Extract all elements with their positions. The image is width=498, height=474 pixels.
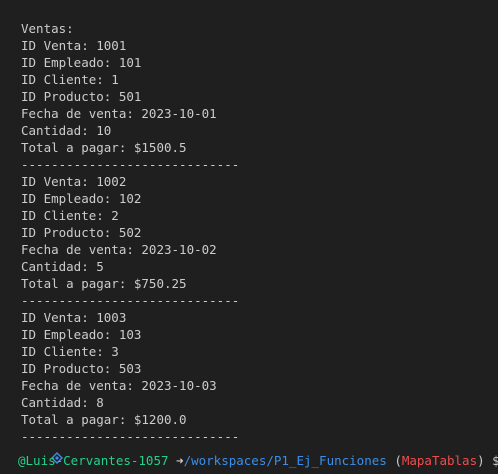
output-line: Total a pagar: $750.25 [21,276,187,291]
prompt-arrow-icon: ➜ [176,453,184,468]
output-line: ID Empleado: 102 [21,191,142,206]
output-line: ID Cliente: 3 [21,344,119,359]
output-line: Cantidad: 10 [21,123,112,138]
prompt-paren-close: ) [477,453,485,468]
output-line: ID Empleado: 101 [21,55,142,70]
output-line: Cantidad: 8 [21,395,104,410]
shell-prompt[interactable]: @Luis-Cervantes-1057 ➜ /workspaces/P1_Ej… [4,451,498,471]
output-line: ID Producto: 501 [21,89,142,104]
prompt-user: @Luis-Cervantes-1057 [18,453,169,468]
output-line: ID Empleado: 103 [21,327,142,342]
output-line: ID Cliente: 2 [21,208,119,223]
prompt-git-branch: MapaTablas [401,453,478,468]
output-line: ----------------------------- [21,157,240,172]
output-line: Total a pagar: $1200.0 [21,412,187,427]
output-line: ID Producto: 502 [21,225,142,240]
output-line: ID Cliente: 1 [21,72,119,87]
output-line: ----------------------------- [21,0,239,3]
output-line: Cantidad: 5 [21,259,104,274]
terminal-panel[interactable]: ----------------------------- Ventas: ID… [0,0,498,474]
prompt-paren-open: ( [394,453,402,468]
output-line: ID Venta: 1003 [21,310,127,325]
output-line: Total a pagar: $1500.5 [21,140,187,155]
output-line: ID Venta: 1001 [21,38,127,53]
prompt-path: /workspaces/P1_Ej_Funciones [183,453,387,468]
output-line: Fecha de venta: 2023-10-02 [21,242,217,257]
output-line: Ventas: [21,21,74,36]
prompt-dollar: $ [492,453,498,468]
output-line: Fecha de venta: 2023-10-03 [21,378,217,393]
codespaces-icon [4,431,63,474]
terminal-output: ----------------------------- Ventas: ID… [21,0,239,445]
output-line: ----------------------------- [21,293,240,308]
output-line: ID Producto: 503 [21,361,142,376]
output-line: ID Venta: 1002 [21,174,127,189]
output-line: ----------------------------- [21,429,240,444]
output-line: Fecha de venta: 2023-10-01 [21,106,217,121]
